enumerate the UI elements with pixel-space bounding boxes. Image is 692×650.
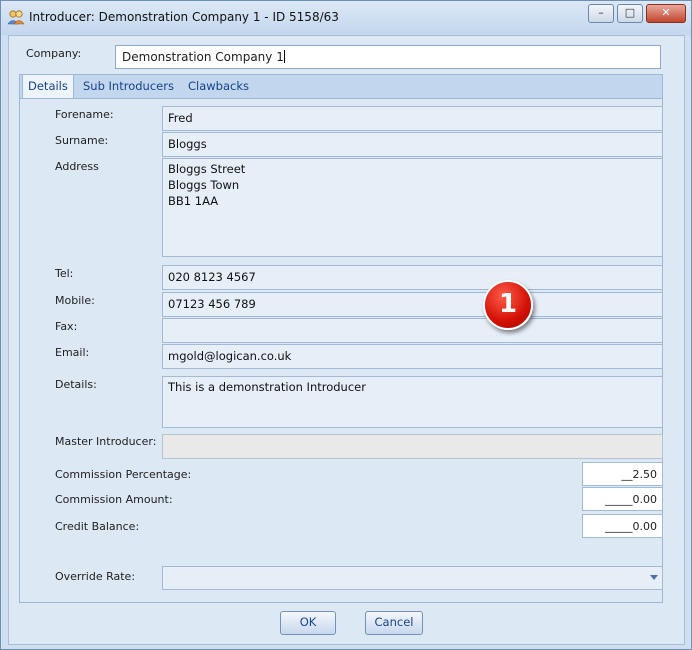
commission-percentage-label: Commission Percentage: [55, 468, 192, 481]
master-introducer-label: Master Introducer: [55, 435, 157, 448]
commission-percentage-field[interactable]: __2.50 [582, 462, 663, 486]
details-label: Details: [55, 378, 97, 391]
details-panel: Forename: Fred Surname: Bloggs Address B… [19, 98, 663, 603]
commission-amount-label: Commission Amount: [55, 493, 173, 506]
credit-balance-field[interactable]: _____0.00 [582, 514, 663, 538]
surname-field[interactable]: Bloggs [162, 132, 663, 157]
introducer-dialog: Introducer: Demonstration Company 1 - ID… [0, 0, 692, 650]
forename-field[interactable]: Fred [162, 106, 663, 131]
override-rate-label: Override Rate: [55, 570, 136, 583]
chevron-down-icon[interactable] [650, 575, 658, 580]
fax-field[interactable] [162, 318, 663, 343]
fax-label: Fax: [55, 320, 78, 333]
forename-label: Forename: [55, 108, 114, 121]
tel-field[interactable]: 020 8123 4567 [162, 265, 663, 290]
window-title: Introducer: Demonstration Company 1 - ID… [29, 10, 339, 24]
commission-amount-field[interactable]: _____0.00 [582, 487, 663, 511]
credit-balance-label: Credit Balance: [55, 520, 140, 533]
maximize-button[interactable]: □ [617, 4, 643, 23]
override-rate-dropdown[interactable] [162, 566, 663, 590]
email-label: Email: [55, 346, 90, 359]
close-button[interactable]: ✕ [646, 4, 686, 23]
step-marker-badge: 1 [483, 280, 533, 330]
minimize-button[interactable]: – [588, 4, 614, 23]
tab-clawbacks[interactable]: Clawbacks [188, 75, 249, 99]
details-field[interactable]: This is a demonstration Introducer [162, 376, 663, 428]
master-introducer-field [162, 434, 663, 459]
dialog-body: Company: Demonstration Company 1 Details… [8, 35, 685, 645]
title-bar[interactable]: Introducer: Demonstration Company 1 - ID… [1, 1, 691, 35]
company-value: Demonstration Company 1 [122, 50, 284, 64]
people-icon [7, 10, 25, 25]
text-caret [283, 50, 285, 63]
mobile-label: Mobile: [55, 294, 95, 307]
company-label: Company: [26, 47, 82, 60]
tab-details[interactable]: Details [22, 74, 74, 99]
tel-label: Tel: [55, 267, 74, 280]
address-label: Address [55, 160, 99, 173]
company-input[interactable]: Demonstration Company 1 [115, 45, 661, 69]
tab-strip: Details Sub Introducers Clawbacks [19, 74, 663, 99]
email-field[interactable]: mgold@logican.co.uk [162, 344, 663, 369]
address-field[interactable]: Bloggs Street Bloggs Town BB1 1AA [162, 158, 663, 257]
ok-button[interactable]: OK [280, 611, 336, 635]
mobile-field[interactable]: 07123 456 789 [162, 292, 663, 317]
cancel-button[interactable]: Cancel [365, 611, 423, 635]
surname-label: Surname: [55, 134, 109, 147]
tab-sub-introducers[interactable]: Sub Introducers [83, 75, 174, 99]
